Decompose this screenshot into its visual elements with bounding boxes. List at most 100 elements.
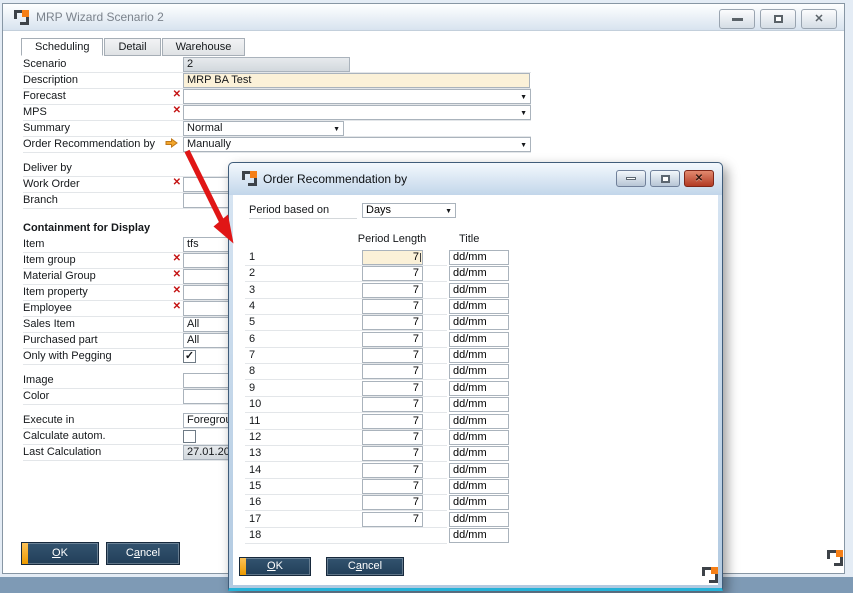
field-order-recommendation-by[interactable]: Manually▼ [183,137,531,152]
period-length-input[interactable]: 7 [362,512,423,527]
field-label: Color [23,390,49,402]
restore-button[interactable] [760,9,796,29]
order-recommendation-dialog: Order Recommendation by ✕ Period based o… [228,162,723,591]
chevron-down-icon: ▼ [520,139,527,152]
period-based-on-label: Period based on [249,204,329,216]
period-length-input[interactable]: 7 [362,414,423,429]
cancel-button[interactable]: Cancel [106,542,180,565]
title-input[interactable]: dd/mm [449,381,509,396]
title-input[interactable]: dd/mm [449,414,509,429]
ok-button[interactable]: OK [21,542,99,565]
minimize-icon [626,177,636,180]
title-input[interactable]: dd/mm [449,315,509,330]
row-number: 13 [249,447,261,459]
title-input[interactable]: dd/mm [449,479,509,494]
field-label: Work Order [23,178,80,190]
minimize-button[interactable] [719,9,755,29]
minimize-button[interactable] [616,170,646,187]
period-length-input[interactable]: 7 [362,463,423,478]
period-length-input[interactable]: 7 [362,315,423,330]
dialog-ok-button[interactable]: OK [239,557,311,576]
red-x-icon: ✕ [165,89,181,100]
field-value: All [187,318,199,330]
sap-b1-icon [14,10,29,25]
title-input[interactable]: dd/mm [449,348,509,363]
sap-b1-icon [242,171,257,186]
period-length-input[interactable]: 7 [362,479,423,494]
chevron-down-icon: ▼ [445,205,452,218]
dialog-titlebar: Order Recommendation by ✕ [229,163,722,195]
field-label: Execute in [23,414,74,426]
window-title: MRP Wizard Scenario 2 [36,10,164,24]
restore-button[interactable] [650,170,680,187]
period-length-input[interactable]: 7 [362,397,423,412]
period-length-input[interactable]: 7 [362,348,423,363]
title-input[interactable]: dd/mm [449,283,509,298]
field-label: Item group [23,254,76,266]
field-value: Normal [187,122,222,134]
tab-scheduling[interactable]: Scheduling [21,38,103,56]
title-input[interactable]: dd/mm [449,299,509,314]
field-label: Summary [23,122,70,134]
tab-warehouse[interactable]: Warehouse [162,38,246,56]
dialog-title: Order Recommendation by [263,172,407,186]
red-x-icon: ✕ [165,301,181,312]
title-input[interactable]: dd/mm [449,463,509,478]
table-row: 18dd/mm [233,528,718,544]
field-label: Item [23,238,44,250]
title-input[interactable]: dd/mm [449,332,509,347]
field-label: Material Group [23,270,96,282]
period-length-input[interactable]: 7 [362,250,423,265]
period-length-input[interactable]: 7 [362,381,423,396]
title-input[interactable]: dd/mm [449,528,509,543]
table-row: 107dd/mm [233,397,718,413]
tab-detail[interactable]: Detail [104,38,160,56]
title-input[interactable]: dd/mm [449,446,509,461]
table-row: 127dd/mm [233,430,718,446]
title-input[interactable]: dd/mm [449,266,509,281]
period-length-input[interactable]: 7 [362,283,423,298]
field-label: Branch [23,194,58,206]
dialog-window-controls: ✕ [616,170,714,187]
title-input[interactable]: dd/mm [449,495,509,510]
table-row: 27dd/mm [233,266,718,282]
row-number: 5 [249,316,255,328]
period-based-on-dropdown[interactable]: Days ▼ [362,203,456,218]
title-input[interactable]: dd/mm [449,364,509,379]
field-value: All [187,334,199,346]
tab-bar: SchedulingDetailWarehouse [21,38,246,56]
row-number: 11 [249,415,260,427]
period-length-input[interactable]: 7 [362,364,423,379]
close-button[interactable]: ✕ [801,9,837,29]
field-summary[interactable]: Normal▼ [183,121,344,136]
link-arrow-icon[interactable] [165,139,178,151]
field-label: Scenario [23,58,66,70]
sap-b1-logo [827,550,843,566]
title-input[interactable]: dd/mm [449,397,509,412]
dialog-cancel-button[interactable]: Cancel [326,557,404,576]
period-length-input[interactable]: 7 [362,332,423,347]
checkbox-calculate-autom[interactable] [183,430,196,443]
checkbox-only-with-pegging[interactable]: ✓ [183,350,196,363]
title-input[interactable]: dd/mm [449,430,509,445]
period-length-input[interactable]: 7 [362,430,423,445]
period-length-input[interactable]: 7 [362,266,423,281]
window-controls: ✕ [719,9,837,29]
field-description[interactable]: MRP BA Test [183,73,530,88]
red-x-icon: ✕ [165,269,181,280]
title-input[interactable]: dd/mm [449,250,509,265]
row-number: 14 [249,464,261,476]
field-mps[interactable]: ▼ [183,105,531,120]
period-length-input[interactable]: 7 [362,299,423,314]
close-button[interactable]: ✕ [684,170,714,187]
period-length-input[interactable]: 7 [362,495,423,510]
period-based-on-value: Days [366,204,391,216]
field-label: Sales Item [23,318,75,330]
field-forecast[interactable]: ▼ [183,89,531,104]
row-number: 8 [249,365,255,377]
title-input[interactable]: dd/mm [449,512,509,527]
restore-icon [774,15,783,23]
field-scenario[interactable]: 2 [183,57,350,72]
row-number: 7 [249,349,255,361]
period-length-input[interactable]: 7 [362,446,423,461]
